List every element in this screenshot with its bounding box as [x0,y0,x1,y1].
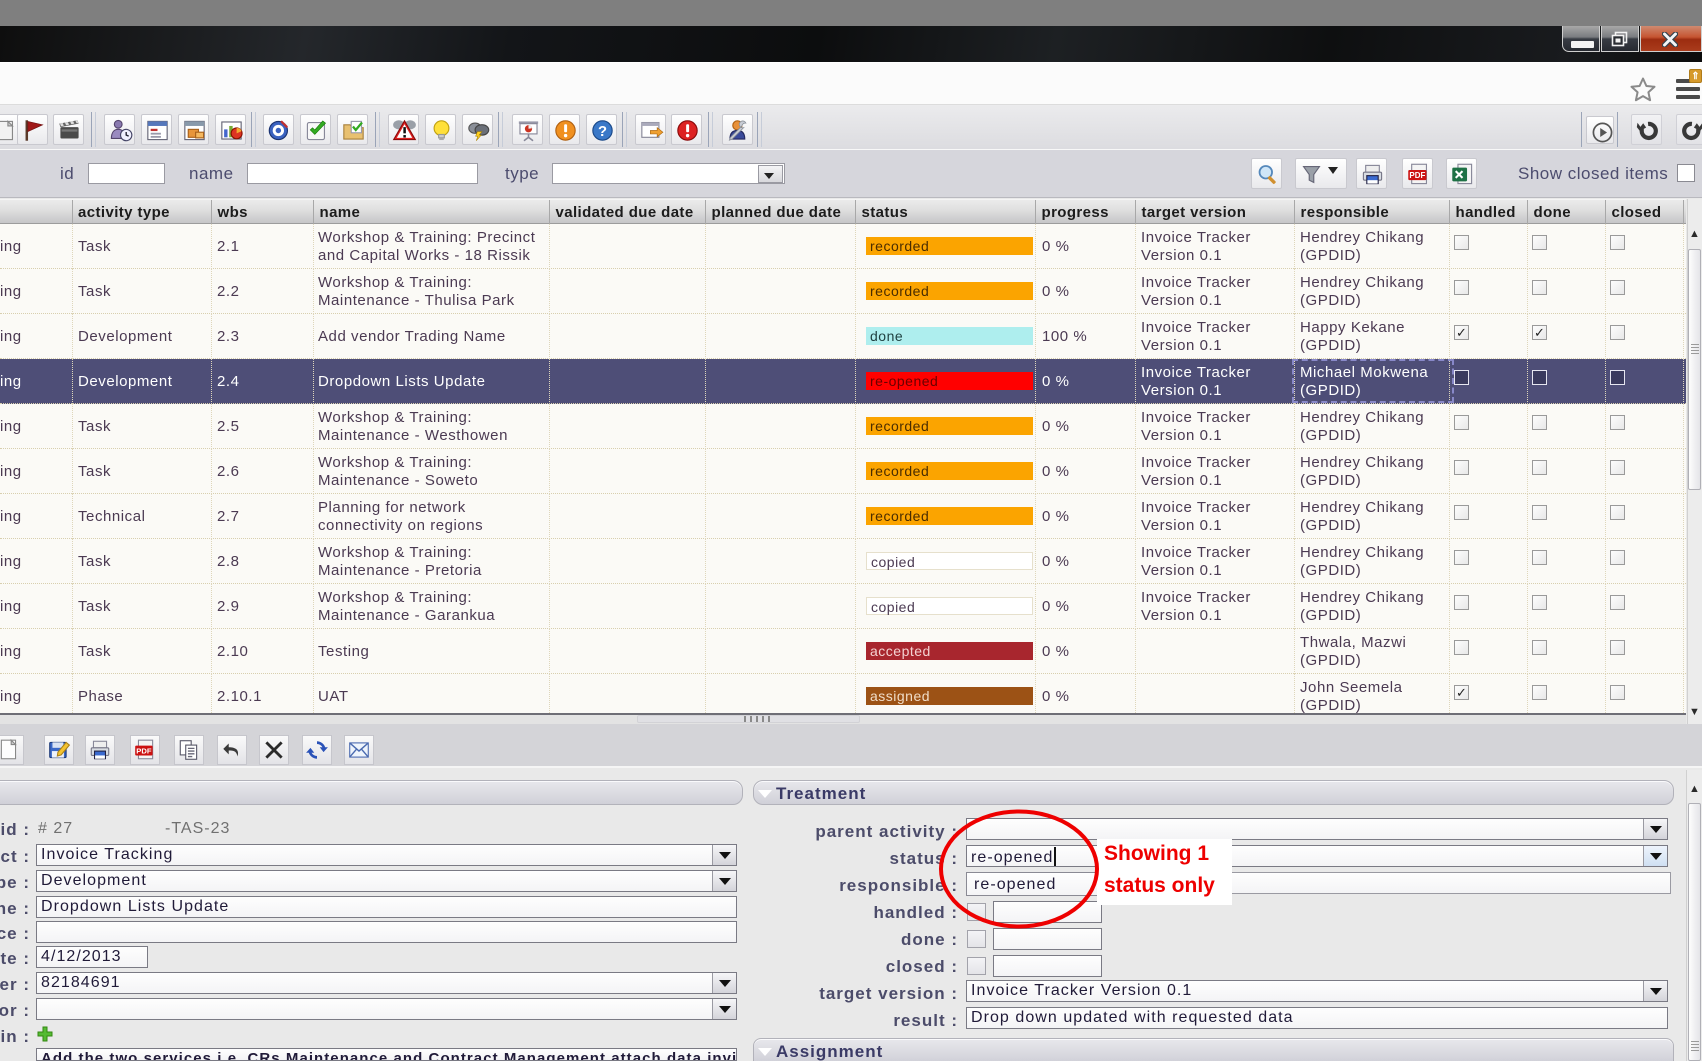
svg-text:PDF: PDF [136,746,152,755]
svg-text:PDF: PDF [1409,171,1425,180]
svg-text:?: ? [598,124,607,140]
